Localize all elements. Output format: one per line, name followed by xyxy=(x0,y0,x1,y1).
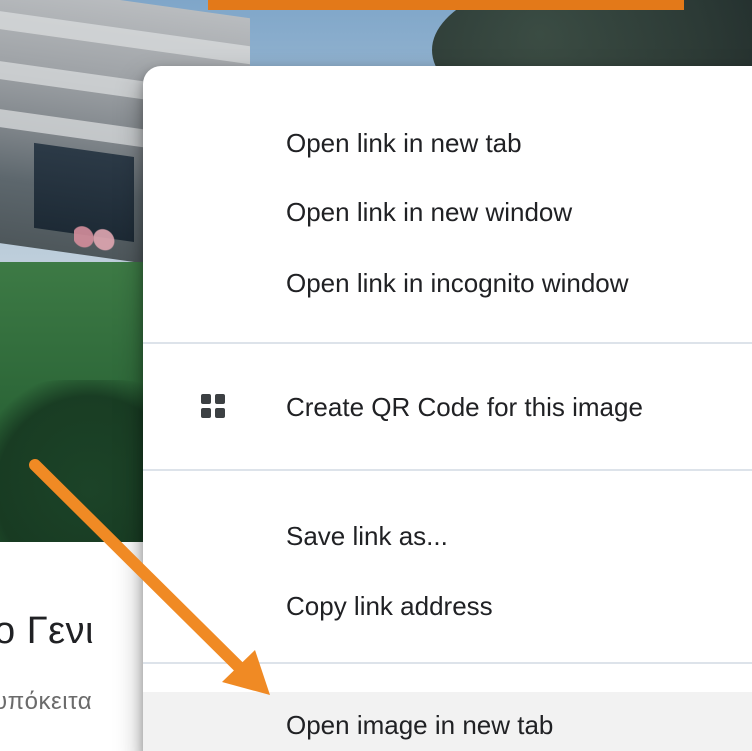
menu-item-open-link-new-window[interactable]: Open link in new window xyxy=(143,179,752,243)
menu-item-create-qr-code[interactable]: Create QR Code for this image xyxy=(143,374,752,438)
menu-item-label: Open image in new tab xyxy=(286,710,554,740)
page-subtitle: υπόκειτα xyxy=(0,688,93,715)
menu-separator xyxy=(143,469,752,471)
menu-item-label: Copy link address xyxy=(286,591,493,621)
qr-code-icon xyxy=(201,394,229,422)
menu-item-label: Open link in new window xyxy=(286,197,573,227)
menu-item-label: Save link as... xyxy=(286,521,448,551)
building-band xyxy=(0,9,250,65)
page-title: ο Γενι xyxy=(0,610,95,652)
menu-separator xyxy=(143,662,752,664)
menu-item-copy-link-address[interactable]: Copy link address xyxy=(143,573,752,637)
menu-item-save-link-as[interactable]: Save link as... xyxy=(143,503,752,567)
people xyxy=(74,211,120,258)
screenshot-stage: ο Γενι υπόκειτα Open link in new tab Ope… xyxy=(0,0,752,751)
menu-item-open-image-new-tab[interactable]: Open image in new tab xyxy=(143,692,752,751)
menu-item-open-link-new-tab[interactable]: Open link in new tab xyxy=(143,110,752,174)
menu-item-open-link-incognito[interactable]: Open link in incognito window xyxy=(143,250,752,314)
context-menu: Open link in new tab Open link in new wi… xyxy=(143,66,752,751)
menu-separator xyxy=(143,342,752,344)
menu-item-label: Create QR Code for this image xyxy=(286,392,643,422)
menu-item-label: Open link in incognito window xyxy=(286,268,629,298)
top-banner xyxy=(208,0,684,10)
menu-item-label: Open link in new tab xyxy=(286,128,522,158)
